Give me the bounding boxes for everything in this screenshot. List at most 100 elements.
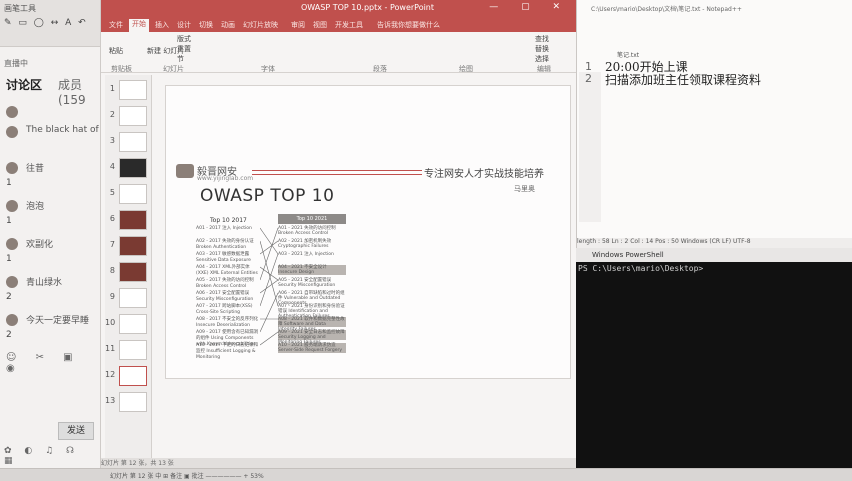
slide-number: 12 <box>105 370 116 379</box>
slide-thumbnail[interactable]: 8 <box>105 261 151 283</box>
menu-design[interactable]: 设计 <box>177 20 191 30</box>
drawing-toolbar-title: 画笔工具 <box>4 4 36 13</box>
slide-thumbnail[interactable]: 1 <box>105 79 151 101</box>
replace-button[interactable]: 替换 <box>535 44 549 54</box>
slide-canvas[interactable]: 毅晋网安 www.yijinglab.com 专注网安人才实战技能培养 马里奥 … <box>165 85 571 379</box>
slide-number: 1 <box>109 84 115 93</box>
slide-number: 10 <box>105 318 116 327</box>
layout-button[interactable]: 版式 <box>177 34 191 44</box>
avatar <box>6 314 18 326</box>
powershell-titlebar: Windows PowerShell <box>576 248 852 262</box>
avatar <box>6 200 18 212</box>
menu-animations[interactable]: 动画 <box>221 20 235 30</box>
find-button[interactable]: 查找 <box>535 34 549 44</box>
slide-thumbnail-pane: 1 2 3 4 5 6 7 8 9 10 11 12 13 <box>105 75 152 460</box>
thumbnail <box>119 314 147 334</box>
editor-line[interactable]: 扫描添加班主任领取课程资料 <box>605 71 761 88</box>
tab-members[interactable]: 成员(159 <box>58 76 100 107</box>
slide-thumbnail[interactable]: 10 <box>105 313 151 335</box>
list-item: 欢副化 1 <box>6 236 98 264</box>
menu-home[interactable]: 开始 <box>129 19 149 32</box>
list-item-2021: A08 - 2021 软件和数据完整性故障 Software and Data … <box>278 317 346 332</box>
ppt-titlebar: OWASP TOP 10.pptx - PowerPoint — ▢ ✕ <box>101 0 576 18</box>
ribbon-group-slides: 幻灯片 <box>163 65 184 73</box>
menu-file[interactable]: 文件 <box>109 20 123 30</box>
powerpoint-window: OWASP TOP 10.pptx - PowerPoint — ▢ ✕ 文件 … <box>101 0 576 468</box>
slide-thumbnail[interactable]: 7 <box>105 235 151 257</box>
slide-number: 8 <box>109 266 115 275</box>
slide-thumbnail[interactable]: 4 <box>105 157 151 179</box>
select-button[interactable]: 选择 <box>535 54 549 64</box>
slide-thumbnail[interactable]: 3 <box>105 131 151 153</box>
thumbnail <box>119 288 147 308</box>
chat-panel: 画笔工具 ✎ ▭ ◯ ↔ A ↶ 直播中 讨论区 成员(159 The blac… <box>0 0 101 468</box>
list-item-2017: A03 - 2017 敏感数据泄露 Sensitive Data Exposur… <box>196 252 251 263</box>
slide-thumbnail-selected[interactable]: 12 <box>105 365 151 387</box>
column-header-2017: Top 10 2017 <box>210 217 247 224</box>
thumbnail <box>119 366 147 386</box>
section-button[interactable]: 节 <box>177 54 184 64</box>
slide-author: 马里奥 <box>514 185 535 193</box>
send-button[interactable]: 发送 <box>58 422 94 440</box>
list-item-2017: A04 - 2017 XML外部实体(XXE) XML External Ent… <box>196 265 258 276</box>
slide-number: 9 <box>109 292 115 301</box>
list-item: 往昔 1 <box>6 160 98 188</box>
avatar <box>6 126 18 138</box>
thumbnail <box>119 80 147 100</box>
thumbnail <box>119 106 147 126</box>
list-item-2017: A01 - 2017 注入 Injection <box>196 226 252 231</box>
slide-thumbnail[interactable]: 6 <box>105 209 151 231</box>
menu-slideshow[interactable]: 幻灯片放映 <box>243 20 278 30</box>
avatar <box>6 106 18 118</box>
powershell-window: Windows PowerShell PS C:\Users\mario\Des… <box>576 248 852 468</box>
paste-button[interactable]: 粘贴 <box>109 46 123 56</box>
chat-message: 1 <box>6 216 12 226</box>
powershell-prompt[interactable]: PS C:\Users\mario\Desktop> <box>578 264 703 273</box>
ribbon-group-font: 字体 <box>261 65 275 73</box>
menu-view[interactable]: 视图 <box>313 20 327 30</box>
chat-tools-icon[interactable]: ☺ ✂ ▣ ◉ <box>6 352 100 374</box>
slide-slogan: 专注网安人才实战技能培养 <box>424 169 544 180</box>
slide-number: 3 <box>109 136 115 145</box>
menu-developer[interactable]: 开发工具 <box>335 20 363 30</box>
list-item-2017: A10 - 2017 不足的日志记录和监控 Insufficient Loggi… <box>196 343 259 360</box>
list-item-2021: A04 - 2021 不安全设计 Insecure Design <box>278 265 346 275</box>
header-divider <box>252 170 422 175</box>
chat-message: 1 <box>6 254 12 264</box>
notepad-statusbar: length : 58 Ln : 2 Col : 14 Pos : 50 Win… <box>577 238 852 248</box>
taskbar: 幻灯片 第 12 张 中 ⊞ 备注 ▣ 批注 —————— + 53% <box>0 468 852 481</box>
slide-thumbnail[interactable]: 9 <box>105 287 151 309</box>
tab-discussion[interactable]: 讨论区 <box>6 76 42 93</box>
chat-bottom-icon[interactable]: ✿ ◐ ♫ ☊ ▦ <box>4 446 100 466</box>
window-controls-icon[interactable]: — ▢ ✕ <box>489 2 570 12</box>
slide-thumbnail[interactable]: 2 <box>105 105 151 127</box>
slide-number: 11 <box>105 344 116 353</box>
menu-transitions[interactable]: 切换 <box>199 20 213 30</box>
thumbnail <box>119 262 147 282</box>
chat-nickname: 青山绿水 <box>26 278 63 288</box>
avatar <box>6 276 18 288</box>
chat-nickname: The black hat of <box>26 125 99 135</box>
thumbnail <box>119 392 147 412</box>
list-item-2017: A05 - 2017 失效的访问控制 Broken Access Control <box>196 278 254 289</box>
powershell-title: Windows PowerShell <box>592 251 664 259</box>
ppt-statusbar: 幻灯片 第 12 张，共 13 张 <box>101 458 576 468</box>
slide-number: 7 <box>109 240 115 249</box>
menu-tell-me[interactable]: 告诉我你想要做什么 <box>377 20 440 30</box>
slide-thumbnail[interactable]: 11 <box>105 339 151 361</box>
slide-thumbnail[interactable]: 13 <box>105 391 151 413</box>
list-item-2021: A06 - 2021 自带缺陷和过时的组件 Vulnerable and Out… <box>278 291 345 306</box>
thumbnail <box>119 184 147 204</box>
thumbnail <box>119 158 147 178</box>
list-item-2021: A05 - 2021 安全配置错误 Security Misconfigurat… <box>278 278 336 288</box>
menu-review[interactable]: 审阅 <box>291 20 305 30</box>
chat-nickname: 欢副化 <box>26 240 54 250</box>
menu-insert[interactable]: 插入 <box>155 20 169 30</box>
list-item-2021: A09 - 2021 安全日志和监控故障 Security Logging an… <box>278 330 346 345</box>
slide-thumbnail[interactable]: 5 <box>105 183 151 205</box>
drawing-tools-icon[interactable]: ✎ ▭ ◯ ↔ A ↶ <box>4 18 88 28</box>
slide-number: 4 <box>109 162 115 171</box>
avatar <box>6 162 18 174</box>
list-item: 青山绿水 2 <box>6 274 98 302</box>
reset-button[interactable]: 重置 <box>177 44 191 54</box>
